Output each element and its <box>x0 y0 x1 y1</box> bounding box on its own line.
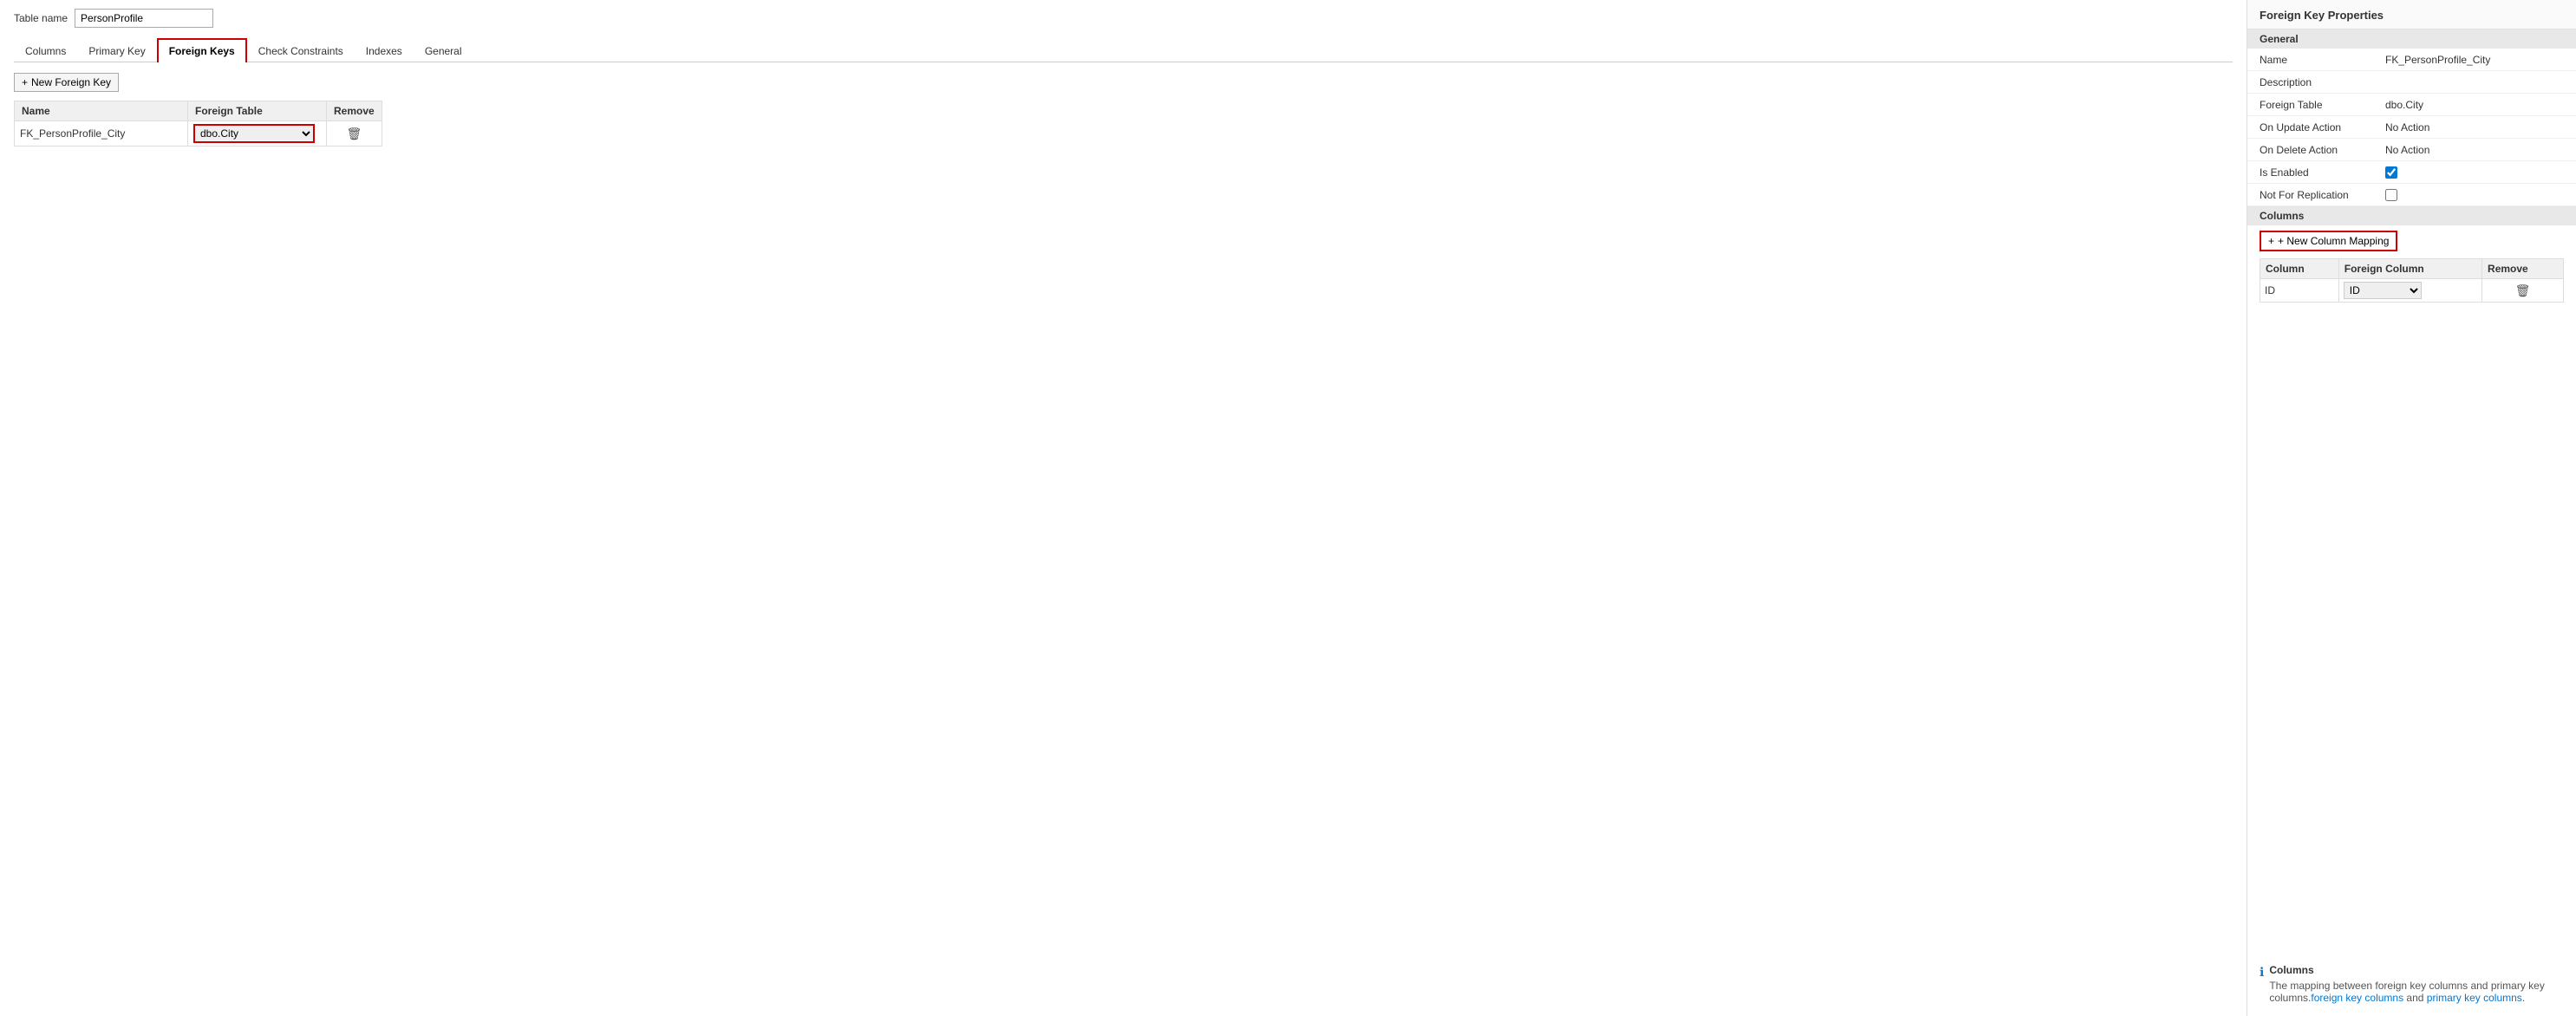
plus-icon: + <box>22 76 28 88</box>
prop-is-enabled-row: Is Enabled <box>2247 161 2576 184</box>
prop-on-update-row: On Update Action No Action <box>2247 116 2576 139</box>
info-link-pk[interactable]: primary key columns <box>2427 992 2522 1004</box>
fk-remove-cell[interactable]: 🗑 <box>327 121 382 147</box>
col-header-column: Column <box>2260 259 2339 279</box>
foreign-key-table: Name Foreign Table Remove FK_PersonProfi… <box>14 101 382 147</box>
prop-on-update-value: No Action <box>2385 121 2564 134</box>
fk-name-header: Name <box>15 101 188 121</box>
col-header-remove: Remove <box>2482 259 2564 279</box>
tab-general[interactable]: General <box>414 39 473 62</box>
info-section: ℹ Columns The mapping between foreign ke… <box>2247 952 2576 1016</box>
column-mapping-table: Column Foreign Column Remove ID ID <box>2260 258 2564 303</box>
tab-foreign-keys[interactable]: Foreign Keys <box>157 38 247 62</box>
fk-foreign-table-header: Foreign Table <box>188 101 327 121</box>
columns-section-header: Columns <box>2247 206 2576 225</box>
prop-name-label: Name <box>2260 54 2385 66</box>
prop-on-delete-value: No Action <box>2385 144 2564 156</box>
info-icon: ℹ <box>2260 965 2264 980</box>
new-col-mapping-label: + New Column Mapping <box>2278 235 2389 247</box>
tab-check-constraints[interactable]: Check Constraints <box>247 39 355 62</box>
fk-row-foreign-table[interactable]: dbo.City <box>188 121 327 147</box>
col-mapping-foreign-column-cell[interactable]: ID <box>2338 279 2481 303</box>
col-mapping-column: ID <box>2260 279 2339 303</box>
tab-indexes[interactable]: Indexes <box>355 39 414 62</box>
prop-foreign-table-value: dbo.City <box>2385 99 2564 111</box>
table-row: ID ID 🗑 <box>2260 279 2564 303</box>
delete-col-mapping-icon[interactable]: 🗑 <box>2515 283 2531 297</box>
prop-on-delete-row: On Delete Action No Action <box>2247 139 2576 161</box>
table-row: FK_PersonProfile_City dbo.City 🗑 <box>15 121 382 147</box>
fk-row-name: FK_PersonProfile_City <box>15 121 188 147</box>
prop-description-row: Description <box>2247 71 2576 94</box>
tab-primary-key[interactable]: Primary Key <box>77 39 156 62</box>
foreign-column-select[interactable]: ID <box>2344 282 2422 299</box>
col-header-foreign-column: Foreign Column <box>2338 259 2481 279</box>
new-column-mapping-button[interactable]: + + New Column Mapping <box>2260 231 2397 251</box>
prop-description-input[interactable] <box>2385 76 2564 88</box>
tab-columns[interactable]: Columns <box>14 39 77 62</box>
new-foreign-key-button[interactable]: + New Foreign Key <box>14 73 119 92</box>
prop-description-label: Description <box>2260 76 2385 88</box>
tabs-row: Columns Primary Key Foreign Keys Check C… <box>14 38 2233 62</box>
table-name-input[interactable] <box>75 9 213 28</box>
info-link-fk[interactable]: foreign key columns <box>2311 992 2403 1004</box>
info-title: Columns <box>2269 964 2564 976</box>
is-enabled-checkbox[interactable] <box>2385 166 2397 179</box>
foreign-table-select[interactable]: dbo.City <box>193 124 315 143</box>
fk-remove-header: Remove <box>327 101 382 121</box>
prop-not-for-replication-row: Not For Replication <box>2247 184 2576 206</box>
prop-name-value: FK_PersonProfile_City <box>2385 54 2564 66</box>
delete-fk-icon[interactable]: 🗑 <box>346 127 362 140</box>
info-description: The mapping between foreign key columns … <box>2269 980 2564 1004</box>
new-fk-label: New Foreign Key <box>31 76 111 88</box>
prop-foreign-table-row: Foreign Table dbo.City <box>2247 94 2576 116</box>
column-mapping-section: + + New Column Mapping Column Foreign Co… <box>2247 225 2576 306</box>
plus-icon-col: + <box>2268 235 2274 247</box>
general-section-header: General <box>2247 29 2576 49</box>
prop-foreign-table-label: Foreign Table <box>2260 99 2385 111</box>
not-for-replication-checkbox[interactable] <box>2385 189 2397 201</box>
prop-on-delete-label: On Delete Action <box>2260 144 2385 156</box>
right-panel: Foreign Key Properties General Name FK_P… <box>2247 0 2576 1016</box>
prop-name-row: Name FK_PersonProfile_City <box>2247 49 2576 71</box>
prop-on-update-label: On Update Action <box>2260 121 2385 134</box>
table-name-label: Table name <box>14 12 68 24</box>
panel-title: Foreign Key Properties <box>2247 0 2576 29</box>
prop-is-enabled-label: Is Enabled <box>2260 166 2385 179</box>
col-mapping-remove-cell[interactable]: 🗑 <box>2482 279 2564 303</box>
prop-not-for-replication-label: Not For Replication <box>2260 189 2385 201</box>
